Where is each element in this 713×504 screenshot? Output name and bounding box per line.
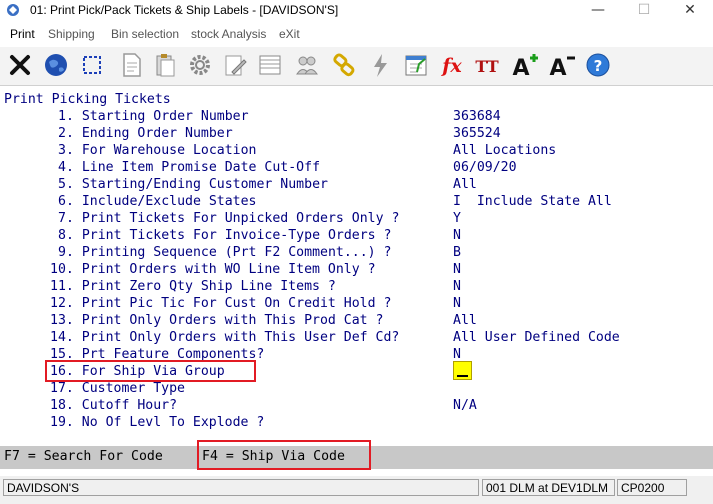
users-icon[interactable]	[292, 50, 322, 80]
option-value[interactable]: All Locations	[453, 142, 556, 159]
font-size-icon[interactable]: TT	[472, 50, 502, 80]
lightning-icon[interactable]	[365, 50, 395, 80]
option-label: 19. No Of Levl To Explode ?	[50, 415, 265, 430]
ship-via-group-highlight	[45, 360, 256, 382]
option-value[interactable]: N	[453, 227, 461, 244]
status-bar: DAVIDSON'S 001 DLM at DEV1DLM CP0200	[0, 476, 713, 504]
option-label: 12. Print Pic Tic For Cust On Credit Hol…	[50, 296, 392, 311]
option-value[interactable]: N	[453, 278, 461, 295]
option-label: 1. Starting Order Number	[58, 109, 249, 124]
window-title: 01: Print Pick/Pack Tickets & Ship Label…	[30, 3, 339, 17]
menu-bar: Print Shipping Bin selection stock Analy…	[0, 24, 713, 44]
svg-text:fx: fx	[440, 55, 462, 77]
app-icon	[7, 4, 19, 16]
screen-heading: Print Picking Tickets	[4, 92, 171, 107]
settings-gear-icon[interactable]	[185, 50, 215, 80]
menu-bin-selection[interactable]: Bin selection	[111, 27, 179, 41]
option-value[interactable]: 363684	[453, 108, 501, 125]
f7-search-key[interactable]: F7 = Search For Code	[4, 449, 163, 464]
option-value[interactable]: I Include State All	[453, 193, 612, 210]
option-value[interactable]: 365524	[453, 125, 501, 142]
option-label: 7. Print Tickets For Unpicked Orders Onl…	[58, 211, 400, 226]
list-icon[interactable]	[255, 50, 285, 80]
calendar-icon[interactable]	[401, 50, 431, 80]
option-label: 13. Print Only Orders with This Prod Cat…	[50, 313, 384, 328]
menu-print[interactable]: Print	[10, 27, 35, 41]
option-value[interactable]: B	[453, 244, 461, 261]
option-label: 5. Starting/Ending Customer Number	[58, 177, 328, 192]
option-label: 4. Line Item Promise Date Cut-Off	[58, 160, 321, 175]
option-label: 14. Print Only Orders with This User Def…	[50, 330, 400, 345]
option-value[interactable]: N	[453, 261, 461, 278]
option-value[interactable]: Y	[453, 210, 461, 227]
option-value[interactable]: All	[453, 312, 477, 329]
globe-icon[interactable]	[41, 50, 71, 80]
select-icon[interactable]	[77, 50, 107, 80]
status-company: DAVIDSON'S	[3, 479, 479, 496]
option-label: 3. For Warehouse Location	[58, 143, 257, 158]
ship-via-group-input-cursor[interactable]	[453, 361, 472, 380]
menu-exit[interactable]: eXit	[279, 27, 300, 41]
print-options-screen: Print Picking Tickets 1. Starting Order …	[0, 86, 713, 446]
increase-font-icon[interactable]: A	[510, 50, 540, 80]
function-icon[interactable]: fx	[437, 50, 467, 80]
minimize-button[interactable]: —	[575, 0, 621, 22]
option-label: 2. Ending Order Number	[58, 126, 233, 141]
option-label: 6. Include/Exclude States	[58, 194, 257, 209]
svg-text:?: ?	[594, 57, 603, 75]
close-window-button[interactable]: ✕	[667, 0, 713, 22]
document-icon[interactable]	[116, 50, 146, 80]
decrease-font-icon[interactable]: A	[547, 50, 577, 80]
option-label: 10. Print Orders with WO Line Item Only …	[50, 262, 376, 277]
option-label: 9. Printing Sequence (Prt F2 Comment...)…	[58, 245, 392, 260]
option-label: 17. Customer Type	[50, 381, 185, 396]
status-program: CP0200	[617, 479, 687, 496]
option-value[interactable]: All User Defined Code	[453, 329, 620, 346]
svg-text:A: A	[512, 56, 529, 80]
option-value[interactable]: N/A	[453, 397, 477, 414]
svg-text:A: A	[549, 56, 566, 80]
option-value[interactable]: 06/09/20	[453, 159, 517, 176]
maximize-button[interactable]: ☐	[621, 0, 667, 22]
status-session: 001 DLM at DEV1DLM	[482, 479, 615, 496]
option-label: 8. Print Tickets For Invoice-Type Orders…	[58, 228, 392, 243]
menu-shipping[interactable]: Shipping	[48, 27, 95, 41]
option-label: 11. Print Zero Qty Ship Line Items ?	[50, 279, 336, 294]
edit-icon[interactable]	[220, 50, 250, 80]
clipboard-icon[interactable]	[150, 50, 180, 80]
svg-text:TT: TT	[475, 57, 498, 76]
link-icon[interactable]	[329, 50, 359, 80]
close-icon[interactable]	[5, 50, 35, 80]
help-icon[interactable]: ?	[583, 50, 613, 80]
menu-stock-analysis[interactable]: stock Analysis	[191, 27, 266, 41]
toolbar: fx TT A A ?	[0, 47, 713, 86]
f4-highlight	[197, 440, 371, 470]
option-value[interactable]: N	[453, 295, 461, 312]
function-key-bar: F7 = Search For Code F4 = Ship Via Code	[0, 440, 713, 470]
title-bar: 01: Print Pick/Pack Tickets & Ship Label…	[0, 0, 713, 22]
option-value[interactable]: All	[453, 176, 477, 193]
option-label: 18. Cutoff Hour?	[50, 398, 178, 413]
